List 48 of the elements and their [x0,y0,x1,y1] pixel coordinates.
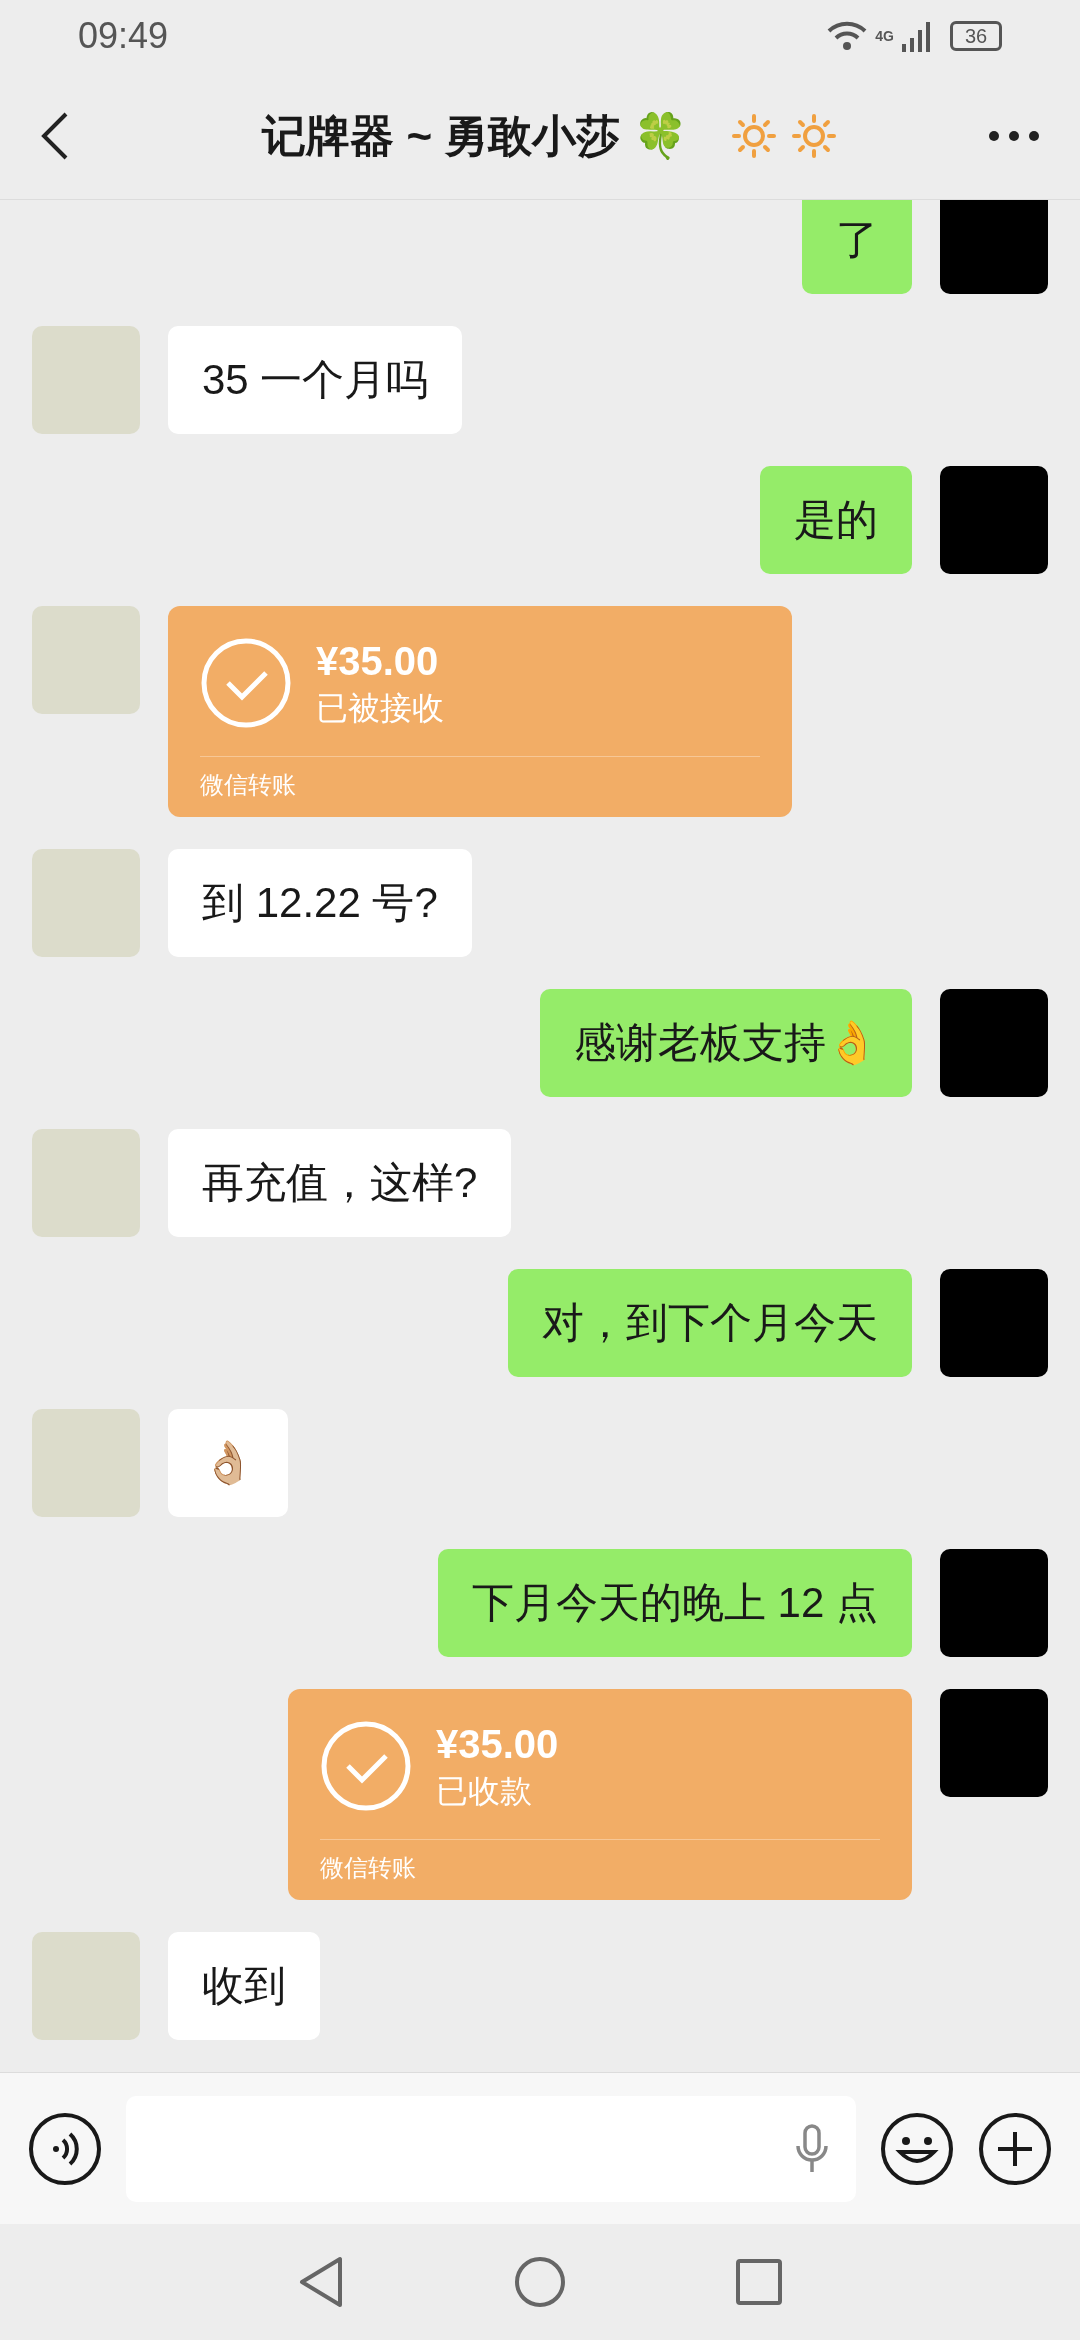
avatar-image[interactable] [32,606,140,714]
status-time: 09:49 [78,14,169,58]
plus-icon[interactable] [978,2111,1052,2186]
message-bubble[interactable]: 到 12.22 号? [168,849,472,957]
voice-icon[interactable] [28,2111,102,2186]
avatar-image[interactable] [32,849,140,957]
transfer-label: 微信转账 [200,771,296,798]
emoji-icon[interactable] [880,2111,954,2186]
check-circle-icon [320,1720,412,1812]
avatar-image[interactable] [940,1549,1048,1657]
signal-icon [902,20,932,52]
message-bubble[interactable]: 👌🏼 [168,1409,288,1517]
avatar-image[interactable] [32,326,140,434]
avatar-image[interactable] [940,200,1048,294]
wifi-icon [827,20,868,52]
transfer-status: 已收款 [436,1772,533,1811]
nav-back-icon[interactable] [298,2256,344,2308]
message-input[interactable] [126,2095,856,2202]
avatar-image[interactable] [32,1129,140,1237]
transfer-status: 已被接收 [316,689,444,728]
chat-title: 记牌器 ~ 勇敢小莎 🍀 [262,109,688,162]
message-bubble[interactable]: 收到 [168,1932,320,2040]
network-type: 4G [875,27,894,46]
avatar-image[interactable] [940,1269,1048,1377]
message-bubble[interactable]: 是的 [760,466,912,574]
message-bubble[interactable]: 下月今天的晚上 12 点 [437,1549,912,1657]
message-bubble[interactable]: 35 一个月吗 [168,326,463,434]
transfer-label: 微信转账 [320,1854,416,1881]
nav-recents-icon[interactable] [736,2259,782,2305]
nav-home-icon[interactable] [514,2256,566,2308]
avatar-image[interactable] [940,989,1048,1097]
avatar-image[interactable] [940,1689,1048,1797]
avatar-image[interactable] [32,1932,140,2040]
check-circle-icon [200,637,292,729]
avatar-image[interactable] [32,1409,140,1517]
message-bubble[interactable]: 感谢老板支持👌 [540,989,912,1097]
sun-icon [791,113,836,158]
transfer-amount: ¥35.00 [316,638,440,685]
message-bubble[interactable]: 对，到下个月今天 [508,1269,912,1377]
avatar-image[interactable] [940,466,1048,574]
more-icon[interactable] [988,129,1040,142]
back-icon[interactable] [40,111,70,160]
message-bubble[interactable]: 再充值，这样? [168,1129,512,1237]
battery-indicator: 36 [950,21,1002,51]
microphone-icon[interactable] [794,2123,830,2174]
transfer-amount: ¥35.00 [436,1721,559,1768]
message-bubble[interactable]: 了 [802,200,912,294]
sun-icon [731,113,776,158]
